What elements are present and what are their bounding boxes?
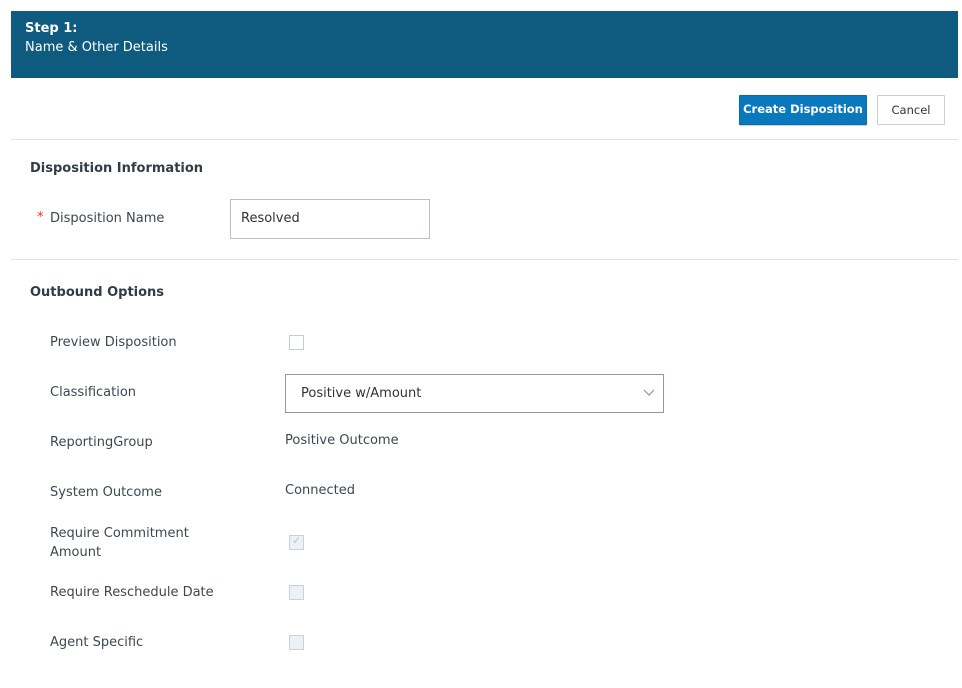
require-commitment-amount-checkbox[interactable]: ✓ <box>289 534 304 550</box>
chevron-down-icon <box>643 389 655 396</box>
action-toolbar: Create Disposition Cancel <box>11 78 958 140</box>
agent-specific-label: Agent Specific <box>50 635 144 650</box>
preview-disposition-label: Preview Disposition <box>50 335 177 350</box>
cancel-button[interactable]: Cancel <box>877 95 945 125</box>
section-divider <box>11 259 958 260</box>
agent-specific-checkbox[interactable] <box>289 635 304 650</box>
system-outcome-value: Connected <box>285 483 356 498</box>
classification-select[interactable]: Positive w/Amount <box>285 374 664 413</box>
create-disposition-button[interactable]: Create Disposition <box>739 95 867 125</box>
disposition-name-input[interactable]: Resolved <box>230 199 430 239</box>
require-commitment-label-line1: Require Commitment <box>50 526 189 541</box>
require-reschedule-date-label: Require Reschedule Date <box>50 585 214 600</box>
disposition-name-label: Disposition Name <box>50 211 165 226</box>
classification-label: Classification <box>50 385 137 400</box>
required-indicator: * <box>37 210 44 225</box>
reporting-group-label: ReportingGroup <box>50 435 153 450</box>
require-reschedule-date-checkbox[interactable] <box>289 585 304 600</box>
system-outcome-label: System Outcome <box>50 485 162 500</box>
reporting-group-value: Positive Outcome <box>285 433 399 448</box>
require-commitment-amount-label: Require Commitment Amount <box>50 524 189 562</box>
section-title-outbound-options: Outbound Options <box>30 285 165 300</box>
step-title: Name & Other Details <box>25 40 168 55</box>
require-commitment-label-line2: Amount <box>50 545 102 560</box>
classification-selected-value: Positive w/Amount <box>301 386 422 401</box>
step-header: Step 1: Name & Other Details <box>11 11 958 78</box>
checkmark-icon: ✓ <box>292 534 302 547</box>
step-number: Step 1: <box>25 21 78 36</box>
preview-disposition-checkbox[interactable] <box>289 335 304 350</box>
section-title-disposition-information: Disposition Information <box>30 161 204 176</box>
